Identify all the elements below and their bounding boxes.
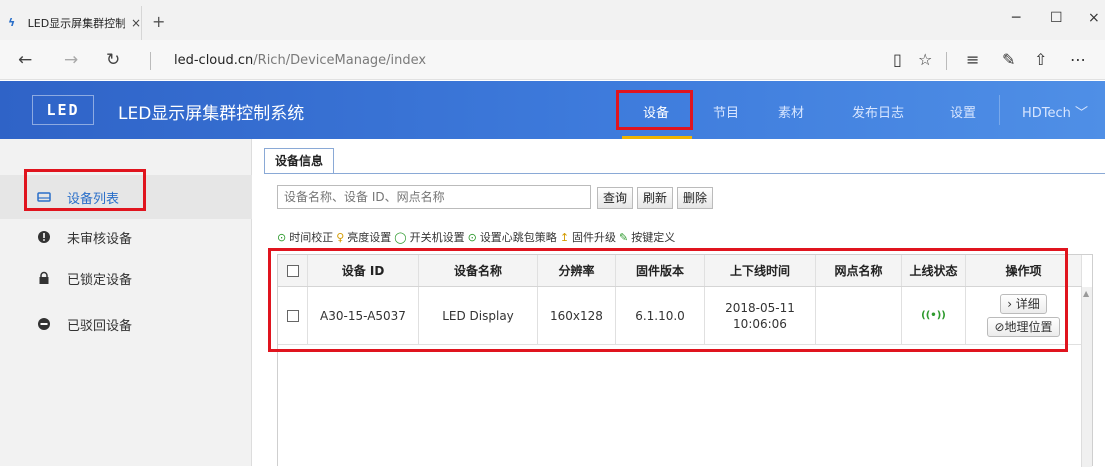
online-signal-icon: ((•))	[902, 287, 966, 344]
scroll-up-icon[interactable]: ▲	[1083, 289, 1089, 298]
divider	[946, 52, 947, 70]
reading-view-icon[interactable]: ▯	[893, 50, 902, 69]
select-all-cell	[278, 255, 308, 286]
active-nav-indicator	[622, 136, 692, 139]
web-note-icon[interactable]: ✎	[1002, 50, 1015, 69]
toolbar-firmware-upgrade[interactable]: 固件升级	[572, 229, 616, 245]
row-checkbox[interactable]	[286, 309, 299, 322]
online-date: 2018-05-11	[725, 300, 795, 315]
select-all-checkbox[interactable]	[286, 264, 299, 277]
nav-materials[interactable]: 素材	[778, 102, 804, 121]
nav-devices[interactable]: 设备	[643, 102, 669, 121]
cell-online-time: 2018-05-11 10:06:06	[705, 287, 816, 344]
search-input[interactable]	[277, 185, 591, 209]
browser-tab-bar: ϟ LED显示屏集群控制系统 × + ─ ☐ ×	[0, 0, 1105, 40]
geo-location-button[interactable]: ⊘地理位置	[987, 317, 1060, 337]
url-path: /Rich/DeviceManage/index	[253, 53, 427, 68]
new-tab-button[interactable]: +	[152, 12, 165, 31]
more-icon[interactable]: ⋯	[1070, 50, 1086, 69]
toolbar-heartbeat[interactable]: 设置心跳包策略	[480, 229, 557, 245]
refresh-icon[interactable]: ↻	[106, 50, 120, 70]
divider	[264, 173, 1105, 174]
upgrade-icon: ↥	[559, 230, 570, 244]
share-icon[interactable]: ⇧	[1034, 50, 1047, 69]
heartbeat-icon: ⊙	[467, 230, 477, 244]
online-clock: 10:06:06	[733, 316, 787, 331]
column-header[interactable]: 设备 ID	[308, 255, 419, 286]
column-header[interactable]: 分辨率	[538, 255, 616, 286]
lock-icon	[37, 271, 51, 285]
app-header: LED LED显示屏集群控制系统 设备 节目 素材 发布日志 设置 HDTech…	[0, 81, 1105, 139]
sidebar-item-unreviewed[interactable]: 未审核设备	[0, 215, 252, 259]
delete-button[interactable]: 删除	[677, 187, 714, 209]
sidebar-item-rejected[interactable]: 已驳回设备	[0, 302, 252, 346]
sidebar-item-label: 已锁定设备	[67, 272, 133, 288]
minimize-icon[interactable]: ─	[1012, 10, 1020, 26]
back-icon[interactable]: ←	[18, 50, 32, 70]
column-header[interactable]: 网点名称	[816, 255, 902, 286]
url-field[interactable]: led-cloud.cn/Rich/DeviceManage/index	[174, 53, 426, 68]
cell-device-id: A30-15-A5037	[308, 287, 419, 344]
sidebar: 设备列表 未审核设备 已锁定设备 已驳回设备	[0, 139, 252, 466]
clock-icon: ⊙	[277, 230, 287, 244]
url-host: led-cloud.cn	[174, 53, 254, 68]
browser-tab-title: LED显示屏集群控制系统	[27, 17, 125, 30]
toolbar-brightness[interactable]: 亮度设置	[347, 229, 391, 245]
user-name: HDTech	[1022, 106, 1071, 121]
hub-icon[interactable]: ≡	[966, 50, 979, 69]
column-header[interactable]: 上线状态	[902, 255, 966, 286]
column-header[interactable]: 固件版本	[616, 255, 705, 286]
key-define-icon: ✎	[619, 230, 629, 244]
divider	[999, 95, 1000, 125]
column-header[interactable]: 上下线时间	[705, 255, 816, 286]
query-button[interactable]: 查询	[597, 187, 634, 209]
sidebar-item-label: 设备列表	[67, 191, 120, 207]
alert-circle-icon	[37, 230, 51, 244]
table-row[interactable]: A30-15-A5037 LED Display 160x128 6.1.10.…	[278, 287, 1082, 345]
led-logo: LED	[32, 95, 94, 125]
favorite-star-icon[interactable]: ☆	[918, 50, 932, 69]
toolbar-time-correction[interactable]: 时间校正	[289, 229, 333, 245]
device-toolbar: ⊙ 时间校正 ♀ 亮度设置 ◯ 开关机设置 ⊙ 设置心跳包策略 ↥ 固件升级 ✎…	[277, 228, 675, 246]
tab-device-info[interactable]: 设备信息	[264, 148, 335, 174]
table-header: 设备 ID 设备名称 分辨率 固件版本 上下线时间 网点名称 上线状态 操作项	[278, 255, 1082, 287]
maximize-icon[interactable]: ☐	[1050, 10, 1063, 26]
cell-device-name: LED Display	[419, 287, 538, 344]
sidebar-item-label: 未审核设备	[67, 231, 133, 247]
app-title: LED显示屏集群控制系统	[118, 104, 305, 124]
sidebar-item-locked[interactable]: 已锁定设备	[0, 256, 252, 300]
monitor-icon	[37, 190, 51, 204]
device-table: 设备 ID 设备名称 分辨率 固件版本 上下线时间 网点名称 上线状态 操作项 …	[277, 254, 1093, 467]
nav-publish-log[interactable]: 发布日志	[852, 102, 904, 121]
nav-programs[interactable]: 节目	[713, 102, 739, 121]
row-select-cell	[278, 287, 308, 344]
toolbar-power-schedule[interactable]: 开关机设置	[410, 229, 465, 245]
app-favicon-icon: ϟ	[8, 16, 16, 29]
chevron-down-icon: ﹀	[1075, 106, 1089, 121]
refresh-button[interactable]: 刷新	[637, 187, 674, 209]
sidebar-item-device-list[interactable]: 设备列表	[0, 175, 252, 219]
cell-actions: › 详细 ⊘地理位置	[966, 287, 1082, 344]
power-toggle-icon: ◯	[394, 230, 407, 244]
address-bar: ← → ↻ led-cloud.cn/Rich/DeviceManage/ind…	[0, 40, 1105, 80]
table-scrollbar[interactable]: ▲	[1081, 287, 1092, 467]
forward-icon[interactable]: →	[64, 50, 78, 70]
cell-firmware: 6.1.10.0	[616, 287, 705, 344]
user-menu[interactable]: HDTech ﹀	[1022, 102, 1088, 121]
window-close-icon[interactable]: ×	[1088, 10, 1100, 26]
toolbar-key-definition[interactable]: 按键定义	[631, 229, 675, 245]
bulb-icon: ♀	[336, 230, 345, 244]
column-header[interactable]: 设备名称	[419, 255, 538, 286]
browser-tab[interactable]: ϟ LED显示屏集群控制系统 ×	[0, 6, 142, 40]
cell-resolution: 160x128	[538, 287, 616, 344]
divider	[150, 52, 151, 70]
tab-close-icon[interactable]: ×	[131, 16, 141, 30]
column-header: 操作项	[966, 255, 1082, 286]
minus-circle-icon	[37, 317, 51, 331]
cell-site-name	[816, 287, 902, 344]
nav-settings[interactable]: 设置	[950, 102, 976, 121]
detail-button[interactable]: › 详细	[1000, 294, 1047, 314]
sidebar-item-label: 已驳回设备	[67, 318, 133, 334]
